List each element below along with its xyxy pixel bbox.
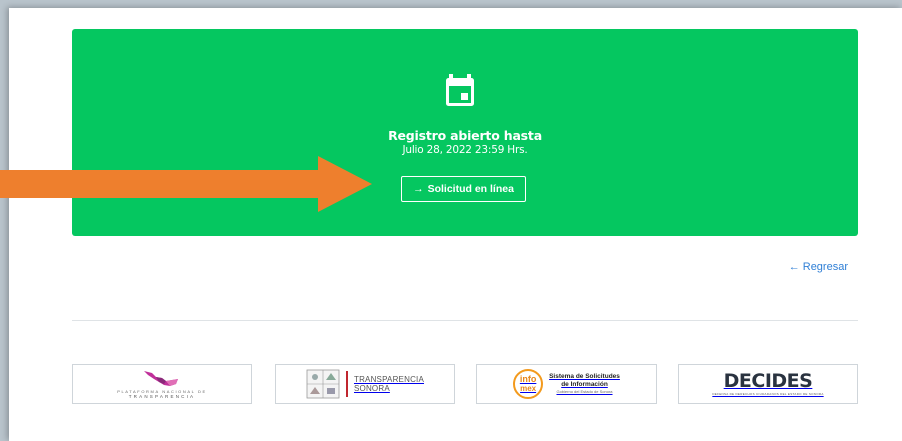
- logo-transparencia-sonora[interactable]: TRANSPARENCIA SONORA: [275, 364, 455, 404]
- infomex-line2: de Información: [561, 381, 608, 388]
- logo-plataforma-nacional-transparencia[interactable]: PLATAFORMA NACIONAL DE TRANSPARENCIA: [72, 364, 252, 404]
- arrow-right-icon: →: [413, 183, 424, 195]
- transparencia-sonora-logo: TRANSPARENCIA SONORA: [306, 369, 424, 399]
- infomex-logo: info mex Sistema de Solicitudes de Infor…: [513, 369, 620, 399]
- infomex-badge-top: info: [519, 374, 537, 384]
- mexico-map-icon: [144, 371, 178, 386]
- page-frame: Registro abierto hasta Julio 28, 2022 23…: [9, 8, 902, 441]
- decides-title: DECIDES: [723, 370, 813, 392]
- banner-deadline-date: Julio 28, 2022 23:59 Hrs.: [402, 144, 528, 156]
- back-link[interactable]: ← Regresar: [789, 261, 848, 273]
- sonora-coat-of-arms-icon: [306, 369, 340, 399]
- infomex-text: Sistema de Solicitudes de Información Go…: [549, 373, 620, 395]
- pnt-logo: PLATAFORMA NACIONAL DE TRANSPARENCIA: [92, 367, 232, 401]
- infomex-badge-icon: info mex: [513, 369, 544, 399]
- pnt-logo-line2: TRANSPARENCIA: [128, 394, 196, 399]
- logo-infomex[interactable]: info mex Sistema de Solicitudes de Infor…: [476, 364, 657, 404]
- online-request-label: Solicitud en línea: [427, 183, 514, 195]
- infomex-badge-bottom: mex: [520, 384, 537, 393]
- back-link-label: Regresar: [802, 261, 848, 273]
- decides-subtitle: DEFENSA DE DERECHOS CIUDADANOS DEL ESTAD…: [712, 392, 824, 396]
- infomex-line1: Sistema de Solicitudes: [549, 373, 620, 380]
- arrow-left-icon: ←: [788, 261, 800, 273]
- infomex-line3: Gobierno del Estado de Sonora: [556, 389, 613, 394]
- section-divider: [72, 320, 858, 321]
- orange-annotation-arrow-icon: [0, 156, 372, 212]
- transparencia-sonora-text: TRANSPARENCIA SONORA: [354, 375, 424, 393]
- calendar-icon: [446, 74, 474, 106]
- ts-line2: SONORA: [353, 384, 390, 393]
- online-request-button[interactable]: → Solicitud en línea: [401, 176, 526, 202]
- ts-line1: TRANSPARENCIA: [353, 375, 425, 384]
- banner-title: Registro abierto hasta: [388, 128, 542, 143]
- decides-logo: DECIDES DEFENSA DE DERECHOS CIUDADANOS D…: [712, 371, 823, 397]
- logo-decides[interactable]: DECIDES DEFENSA DE DERECHOS CIUDADANOS D…: [678, 364, 858, 404]
- red-separator-bar: [345, 371, 348, 397]
